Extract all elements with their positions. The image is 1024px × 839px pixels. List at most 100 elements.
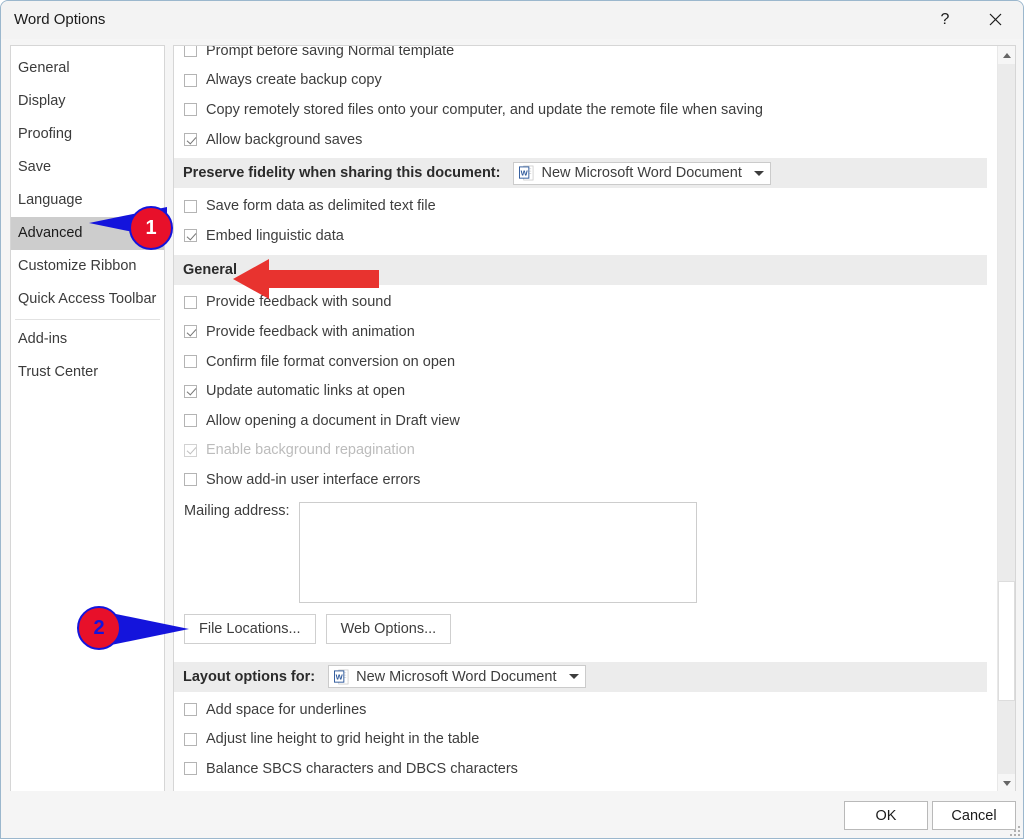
checkbox-copy-remotely-stored-files[interactable] <box>184 103 197 117</box>
checkbox-row-update-automatic-links[interactable]: Update automatic links at open <box>174 376 997 406</box>
checkbox-add-space-for-underlines[interactable] <box>184 703 197 717</box>
mailing-address-input[interactable] <box>298 501 697 603</box>
title-bar: Word Options ? <box>1 1 1023 39</box>
checkbox-label: Balance SBCS characters and DBCS charact… <box>206 760 518 777</box>
sidebar-item-quick-access-toolbar[interactable]: Quick Access Toolbar <box>11 283 164 316</box>
ok-button[interactable]: OK <box>844 801 928 830</box>
word-document-icon: W <box>519 165 534 181</box>
sidebar-item-label: Save <box>18 159 52 175</box>
checkbox-confirm-file-format-conversion[interactable] <box>184 355 197 369</box>
checkbox-row-adjust-line-height[interactable]: Adjust line height to grid height in the… <box>174 724 997 754</box>
callout-1-number: 1 <box>145 216 157 239</box>
checkbox-row-prompt-before-saving-normal-template[interactable]: Prompt before saving Normal template <box>174 46 997 66</box>
checkbox-label: Update automatic links at open <box>206 383 406 400</box>
checkbox-allow-background-saves[interactable] <box>184 133 197 147</box>
svg-text:W: W <box>336 672 344 681</box>
checkbox-label: Provide feedback with animation <box>206 323 415 340</box>
close-icon <box>989 13 1001 26</box>
checkbox-row-allow-background-saves[interactable]: Allow background saves <box>174 125 997 155</box>
scroll-up-button[interactable] <box>998 46 1015 64</box>
checkbox-label: Show add-in user interface errors <box>206 471 421 488</box>
section-general: General <box>174 254 987 285</box>
sidebar-item-display[interactable]: Display <box>11 85 164 118</box>
help-button[interactable]: ? <box>922 1 968 38</box>
checkbox-label: Prompt before saving Normal template <box>206 46 455 59</box>
sidebar-item-save[interactable]: Save <box>11 151 164 184</box>
dialog-footer: OK Cancel <box>1 791 1023 838</box>
checkbox-row-always-create-backup-copy[interactable]: Always create backup copy <box>174 66 997 96</box>
sidebar-item-general[interactable]: General <box>11 52 164 85</box>
section-title: General <box>183 261 237 278</box>
svg-text:W: W <box>521 169 529 178</box>
checkbox-row-show-addin-ui-errors[interactable]: Show add-in user interface errors <box>174 465 997 495</box>
checkbox-allow-opening-in-draft-view[interactable] <box>184 414 197 428</box>
sidebar-item-label: Proofing <box>18 126 73 142</box>
content-scrollbar[interactable] <box>997 46 1015 792</box>
checkbox-adjust-line-height[interactable] <box>184 732 197 746</box>
checkbox-save-form-data[interactable] <box>184 199 197 213</box>
word-document-icon: W <box>334 669 349 685</box>
sidebar-item-label: Display <box>18 93 66 109</box>
sidebar-item-label: Language <box>18 192 83 208</box>
checkbox-row-add-space-for-underlines[interactable]: Add space for underlines <box>174 695 997 725</box>
chevron-down-icon <box>754 170 765 176</box>
sidebar-item-label: Advanced <box>18 225 83 241</box>
sidebar-divider <box>15 319 160 320</box>
web-options-button[interactable]: Web Options... <box>325 613 452 644</box>
callout-2-badge: 2 <box>77 606 121 650</box>
callout-1-badge: 1 <box>129 206 173 250</box>
checkbox-row-allow-opening-in-draft-view[interactable]: Allow opening a document in Draft view <box>174 406 997 436</box>
scroll-down-arrow-icon <box>1002 780 1011 786</box>
checkbox-label: Copy remotely stored files onto your com… <box>206 101 763 118</box>
layout-options-document-combo[interactable]: W New Microsoft Word Document <box>328 665 587 689</box>
checkbox-row-enable-background-repagination: Enable background repagination <box>174 436 997 466</box>
checkbox-label: Confirm file format conversion on open <box>206 353 456 370</box>
checkbox-provide-feedback-with-animation[interactable] <box>184 325 197 339</box>
sidebar-item-customize-ribbon[interactable]: Customize Ribbon <box>11 250 164 283</box>
checkbox-label: Add space for underlines <box>206 701 367 718</box>
general-buttons-row: File Locations... Web Options... <box>174 613 997 644</box>
section-layout-options: Layout options for: W New Microsoft Word… <box>174 661 987 692</box>
sidebar-item-proofing[interactable]: Proofing <box>11 118 164 151</box>
section-preserve-fidelity: Preserve fidelity when sharing this docu… <box>174 158 987 189</box>
options-scroll-area: Prompt before saving Normal template Alw… <box>174 46 997 792</box>
callout-2-number: 2 <box>93 616 105 639</box>
checkbox-label: Allow opening a document in Draft view <box>206 412 460 429</box>
checkbox-row-save-form-data[interactable]: Save form data as delimited text file <box>174 191 997 221</box>
checkbox-row-provide-feedback-with-animation[interactable]: Provide feedback with animation <box>174 317 997 347</box>
checkbox-label: Always create backup copy <box>206 72 382 89</box>
checkbox-update-automatic-links[interactable] <box>184 384 197 398</box>
scrollbar-thumb[interactable] <box>998 581 1015 701</box>
checkbox-row-copy-remotely-stored-files[interactable]: Copy remotely stored files onto your com… <box>174 95 997 125</box>
checkbox-row-embed-linguistic-data[interactable]: Embed linguistic data <box>174 221 997 251</box>
preserve-fidelity-document-combo[interactable]: W New Microsoft Word Document <box>513 161 772 185</box>
options-category-list[interactable]: General Display Proofing Save Language A… <box>10 45 165 793</box>
checkbox-row-provide-feedback-with-sound[interactable]: Provide feedback with sound <box>174 288 997 318</box>
checkbox-row-confirm-file-format-conversion[interactable]: Confirm file format conversion on open <box>174 347 997 377</box>
advanced-options-pane: Prompt before saving Normal template Alw… <box>173 45 1016 793</box>
scroll-up-arrow-icon <box>1002 52 1011 58</box>
checkbox-row-balance-sbcs-dbcs[interactable]: Balance SBCS characters and DBCS charact… <box>174 754 997 784</box>
checkbox-balance-sbcs-dbcs[interactable] <box>184 762 197 776</box>
sidebar-item-add-ins[interactable]: Add-ins <box>11 323 164 356</box>
checkbox-show-addin-ui-errors[interactable] <box>184 473 197 487</box>
cancel-button[interactable]: Cancel <box>932 801 1016 830</box>
checkbox-provide-feedback-with-sound[interactable] <box>184 295 197 309</box>
scroll-down-button[interactable] <box>998 774 1015 792</box>
checkbox-prompt-before-saving-normal-template[interactable] <box>184 46 197 58</box>
checkbox-embed-linguistic-data[interactable] <box>184 229 197 243</box>
combo-value: New Microsoft Word Document <box>356 668 557 685</box>
sidebar-item-trust-center[interactable]: Trust Center <box>11 356 164 389</box>
sidebar-item-label: Customize Ribbon <box>18 258 137 274</box>
resize-grip[interactable] <box>1008 824 1020 836</box>
mailing-address-label: Mailing address: <box>184 502 290 519</box>
sidebar-item-label: Quick Access Toolbar <box>18 291 157 307</box>
checkbox-always-create-backup-copy[interactable] <box>184 73 197 87</box>
sidebar-item-label: General <box>18 60 70 76</box>
checkbox-enable-background-repagination <box>184 443 197 457</box>
file-locations-button[interactable]: File Locations... <box>184 613 316 644</box>
word-options-dialog: Word Options ? General Display Proofing … <box>0 0 1024 839</box>
mailing-address-group: Mailing address: <box>174 501 997 608</box>
close-button[interactable] <box>972 1 1018 38</box>
chevron-down-icon <box>569 674 580 680</box>
